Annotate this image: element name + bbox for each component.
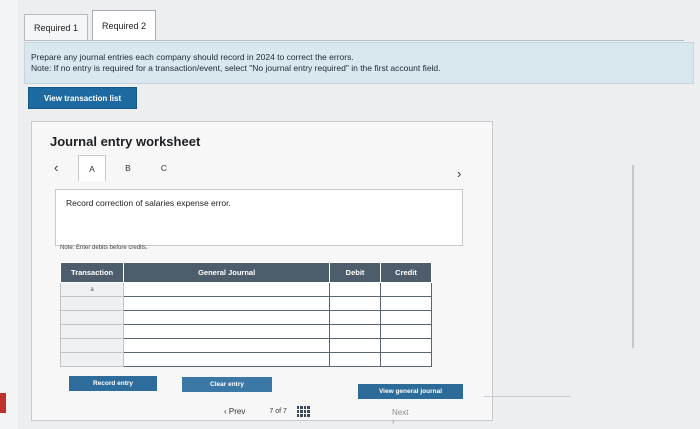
table-row <box>59 310 432 325</box>
view-general-journal-button[interactable]: View general journal <box>358 384 463 399</box>
debit-credit-note: Note: Enter debits before credits. <box>60 245 148 251</box>
pagination: ‹ Prev 7 of 7 Next › <box>224 406 408 426</box>
tab-required-1[interactable]: Required 1 <box>24 14 89 40</box>
next-button[interactable]: Next › <box>392 408 408 426</box>
left-gutter <box>0 0 18 429</box>
view-transaction-list-button[interactable]: View transaction list <box>28 87 137 109</box>
divider <box>484 396 570 397</box>
worksheet-title: Journal entry worksheet <box>50 134 201 149</box>
col-general-journal: General Journal <box>123 262 331 283</box>
record-entry-button[interactable]: Record entry <box>69 376 157 391</box>
transaction-cell <box>59 338 125 353</box>
table-row <box>59 352 432 367</box>
debit-input[interactable] <box>329 310 382 325</box>
table-row: a <box>59 282 432 297</box>
instructions-line-2: Note: If no entry is required for a tran… <box>31 63 441 73</box>
worksheet-tab-b[interactable]: B <box>114 155 142 181</box>
debit-input[interactable] <box>329 352 382 367</box>
transaction-cell <box>59 324 125 339</box>
credit-input[interactable] <box>380 338 432 353</box>
page-indicator: 7 of 7 <box>269 408 287 415</box>
entry-description: Record correction of salaries expense er… <box>55 189 463 246</box>
credit-input[interactable] <box>380 310 432 325</box>
red-marker <box>0 393 6 413</box>
page-of: of <box>275 408 282 415</box>
instructions-line-1: Prepare any journal entries each company… <box>31 52 354 62</box>
debit-input[interactable] <box>329 296 382 311</box>
worksheet-tab-a[interactable]: A <box>78 155 106 181</box>
transaction-cell <box>59 296 125 311</box>
debit-input[interactable] <box>329 338 382 353</box>
next-label: Next <box>392 408 409 417</box>
tab-required-2[interactable]: Required 2 <box>92 10 157 40</box>
chevron-left-icon[interactable]: ‹ <box>54 160 58 175</box>
credit-input[interactable] <box>380 324 432 339</box>
clear-entry-button[interactable]: Clear entry <box>182 377 272 392</box>
col-credit: Credit <box>380 262 432 283</box>
requirement-tabs: Required 1 Required 2 <box>24 10 160 40</box>
table-row <box>59 324 432 339</box>
account-input[interactable] <box>123 324 331 339</box>
journal-entry-worksheet: Journal entry worksheet ‹ A B C › Record… <box>31 121 493 426</box>
tabs-divider <box>24 40 684 41</box>
prev-button[interactable]: ‹ Prev <box>224 407 245 416</box>
worksheet-tab-c[interactable]: C <box>150 155 178 181</box>
col-debit: Debit <box>329 262 382 283</box>
credit-input[interactable] <box>380 296 432 311</box>
journal-table: Transaction General Journal Debit Credit… <box>59 262 432 367</box>
account-input[interactable] <box>123 296 331 311</box>
transaction-cell <box>59 310 125 325</box>
chevron-right-icon[interactable]: › <box>457 166 461 181</box>
account-input[interactable] <box>123 352 331 367</box>
account-input[interactable] <box>123 310 331 325</box>
instructions-panel: Prepare any journal entries each company… <box>24 42 694 84</box>
debit-input[interactable] <box>329 282 382 297</box>
transaction-cell <box>59 352 125 367</box>
table-row <box>59 296 432 311</box>
chevron-right-icon: › <box>392 417 395 426</box>
transaction-cell: a <box>59 282 125 297</box>
prev-label: Prev <box>228 407 246 416</box>
credit-input[interactable] <box>380 352 432 367</box>
col-transaction: Transaction <box>59 262 125 283</box>
debit-input[interactable] <box>329 324 382 339</box>
table-row <box>59 338 432 353</box>
account-input[interactable] <box>123 338 331 353</box>
account-input[interactable] <box>123 282 331 297</box>
grid-icon[interactable] <box>296 406 310 417</box>
total-pages: 7 <box>283 408 287 415</box>
credit-input[interactable] <box>380 282 432 297</box>
current-page: 7 <box>269 408 274 415</box>
scrollbar[interactable] <box>632 165 634 348</box>
